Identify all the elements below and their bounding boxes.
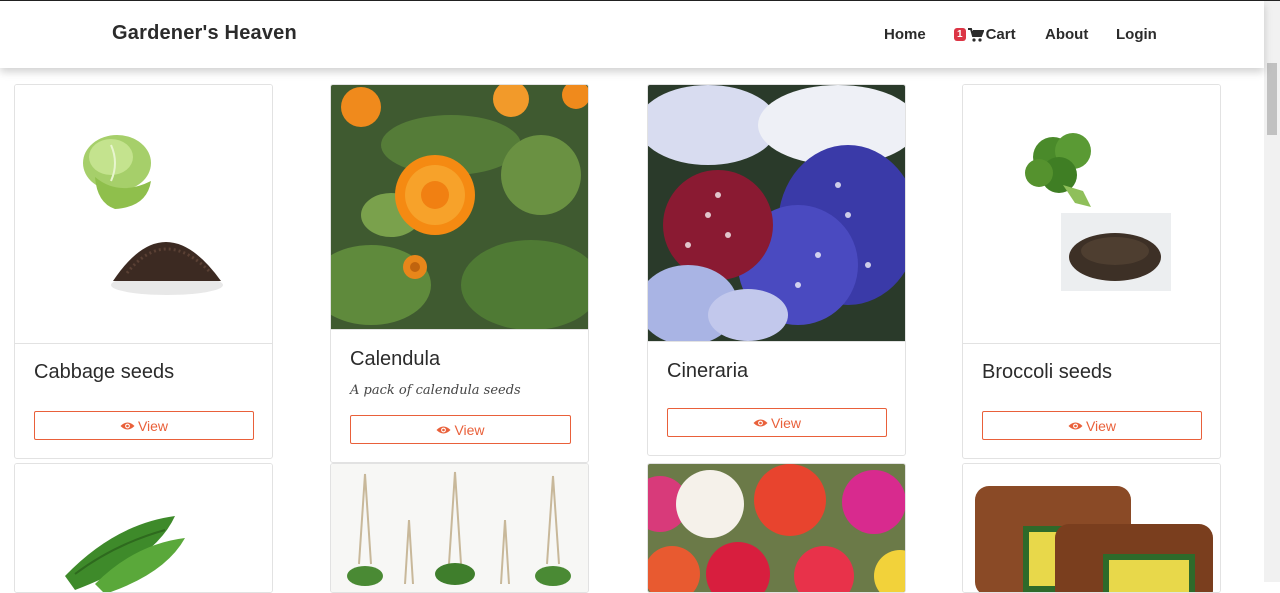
product-card [330,463,589,593]
view-button-label: View [1085,417,1117,434]
product-card-body: Cabbage seeds View [15,343,272,458]
product-card: Broccoli seeds View [962,84,1221,459]
product-card [14,463,273,593]
product-card [962,463,1221,593]
scrollbar-thumb[interactable] [1267,63,1277,135]
product-card-body: Broccoli seeds View [963,343,1220,458]
view-button-label: View [454,421,485,438]
product-image-bitter-gourd [15,464,272,592]
cart-count-badge: 1 [954,28,966,41]
product-card [647,463,906,593]
product-title[interactable]: Cineraria [667,360,748,383]
product-card: Cineraria View [647,84,906,456]
product-image-coco-peat [963,464,1220,592]
nav-cart-label: Cart [985,26,1016,43]
product-title[interactable]: Cabbage seeds [34,361,174,384]
product-card: Calendula A pack of calendula seeds View [330,84,589,463]
product-card-body: Cineraria View [648,341,905,455]
nav-about-link[interactable]: About [1045,26,1088,43]
eye-icon [753,419,768,426]
product-card: Cabbage seeds View [14,84,273,459]
page-scrollbar[interactable] [1264,1,1280,582]
eye-icon [120,422,135,429]
product-image-plant-hangers [331,464,588,592]
view-product-button[interactable]: View [982,411,1202,440]
product-image-cineraria [648,85,905,341]
view-product-button[interactable]: View [667,408,887,437]
product-image-calendula [331,85,588,329]
navbar: Gardener's Heaven Home 1 Cart About Logi… [0,1,1264,68]
product-title[interactable]: Calendula [350,348,440,371]
product-description: A pack of calendula seeds [350,383,521,398]
nav-cart-link[interactable]: 1 Cart [954,26,1016,43]
view-product-button[interactable]: View [34,411,254,440]
eye-icon [1068,422,1083,429]
eye-icon [436,426,451,433]
view-button-label: View [137,417,169,434]
nav-home-link[interactable]: Home [884,26,926,43]
product-image-dahlia [648,464,905,592]
view-button-label: View [770,414,802,431]
view-product-button[interactable]: View [350,415,571,444]
product-image-broccoli [963,85,1220,343]
shopping-cart-icon [967,27,984,42]
product-image-cabbage [15,85,272,343]
product-title[interactable]: Broccoli seeds [982,361,1112,384]
nav-login-link[interactable]: Login [1116,26,1157,43]
brand-logo-text[interactable]: Gardener's Heaven [112,22,297,45]
product-card-body: Calendula A pack of calendula seeds View [331,329,588,462]
